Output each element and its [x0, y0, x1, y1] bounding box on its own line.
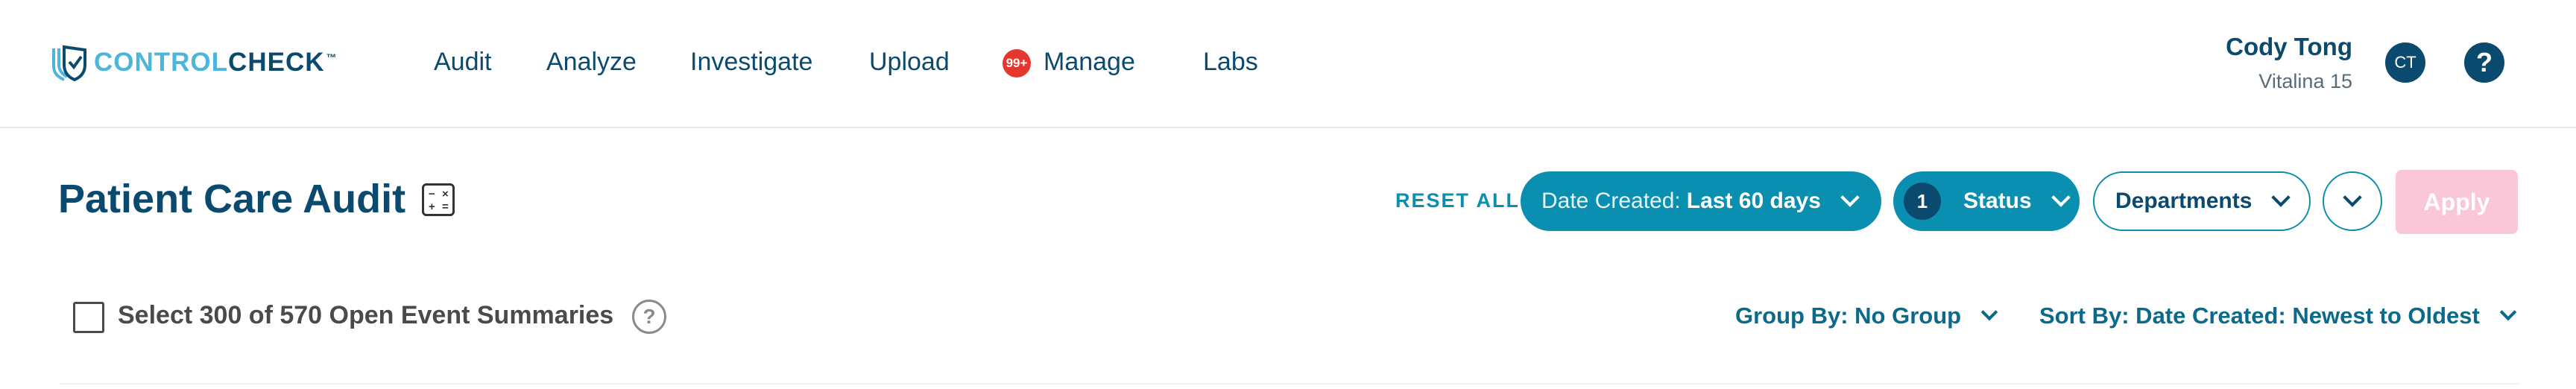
user-name[interactable]: Cody Tong	[2226, 33, 2352, 61]
more-filters-button[interactable]	[2323, 171, 2382, 231]
date-filter-label: Date Created:	[1541, 189, 1681, 213]
nav-investigate[interactable]: Investigate	[690, 48, 812, 77]
nav-analyze[interactable]: Analyze	[546, 48, 637, 77]
status-filter-label: Status	[1963, 189, 2032, 213]
chevron-down-icon	[1840, 188, 1860, 207]
chevron-down-icon	[1980, 303, 1998, 321]
list-divider	[60, 383, 2519, 385]
group-by-dropdown[interactable]: Group By: No Group	[1735, 303, 1998, 329]
status-filter[interactable]: 1 Status	[1893, 171, 2080, 231]
user-organization: Vitalina 15	[2258, 70, 2352, 92]
nav-manage[interactable]: Manage	[1044, 48, 1135, 77]
user-avatar[interactable]: CT	[2385, 42, 2425, 83]
chevron-down-icon	[2499, 303, 2517, 321]
select-all-label[interactable]: Select 300 of 570 Open Event Summaries	[118, 301, 613, 330]
help-icon[interactable]: ?	[2464, 42, 2504, 83]
nav-labs[interactable]: Labs	[1203, 48, 1258, 77]
controlcheck-logo[interactable]: CONTROLCHECK ™	[51, 43, 338, 82]
calculator-icon[interactable]: − × + =	[422, 183, 455, 216]
date-filter-value: Last 60 days	[1686, 189, 1821, 213]
chevron-down-icon	[2051, 188, 2071, 207]
manage-notification-badge: 99+	[1003, 49, 1031, 78]
top-navigation: CONTROLCHECK ™ Audit Analyze Investigate …	[0, 0, 2576, 128]
page-title: Patient Care Audit	[58, 177, 406, 221]
apply-button[interactable]: Apply	[2396, 170, 2518, 234]
reset-all-button[interactable]: RESET ALL	[1395, 189, 1520, 212]
group-by-label: Group By: No Group	[1735, 303, 1962, 329]
chevron-down-icon	[2343, 188, 2362, 207]
departments-filter-label: Departments	[2115, 189, 2253, 213]
sort-by-dropdown[interactable]: Sort By: Date Created: Newest to Oldest	[2039, 303, 2517, 329]
logo-wordmark: CONTROLCHECK ™	[94, 48, 338, 77]
chevron-down-icon	[2271, 188, 2291, 207]
nav-upload[interactable]: Upload	[869, 48, 950, 77]
status-count-badge: 1	[1904, 183, 1941, 220]
shield-check-icon	[52, 45, 86, 81]
departments-filter[interactable]: Departments	[2093, 171, 2311, 231]
question-circle-icon[interactable]: ?	[632, 300, 666, 334]
sort-by-label: Sort By: Date Created: Newest to Oldest	[2039, 303, 2480, 329]
date-created-filter[interactable]: Date Created: Last 60 days	[1521, 171, 1881, 231]
select-all-checkbox[interactable]	[73, 302, 104, 333]
nav-audit[interactable]: Audit	[434, 48, 492, 77]
